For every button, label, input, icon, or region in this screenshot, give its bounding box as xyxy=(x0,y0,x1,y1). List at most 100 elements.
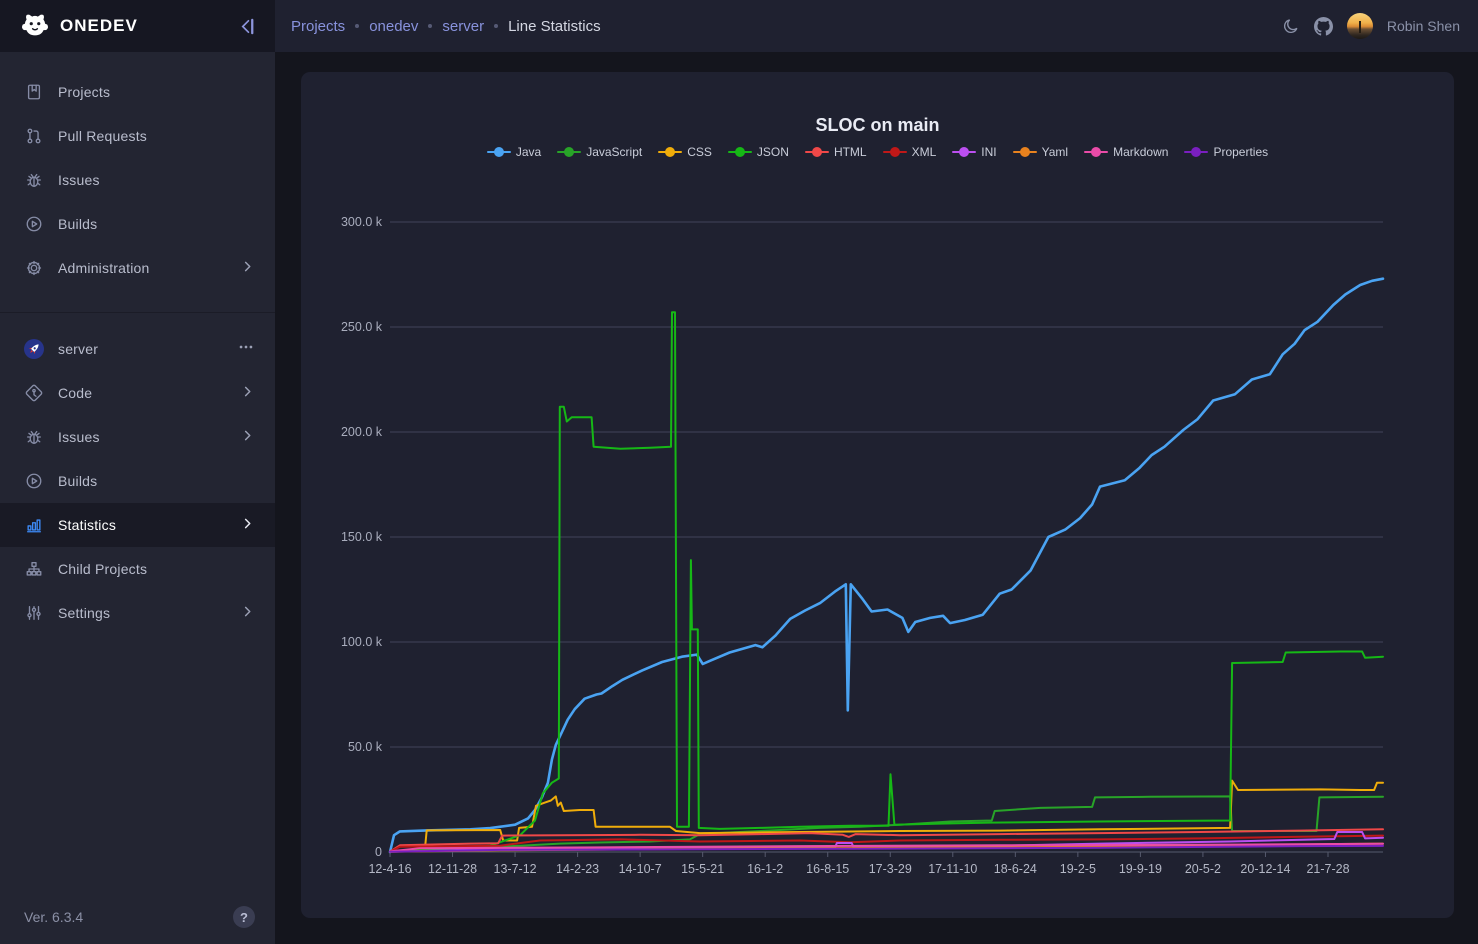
legend-marker-icon xyxy=(952,147,976,157)
breadcrumb-line-statistics: Line Statistics xyxy=(508,18,601,35)
sidebar-item-label: Code xyxy=(58,385,240,401)
bar-chart-icon xyxy=(24,515,44,535)
x-axis-tick-label: 16-8-15 xyxy=(806,862,849,876)
x-axis-tick-label: 16-1-2 xyxy=(747,862,783,876)
logo-bar: ONEDEV xyxy=(0,0,275,52)
chevron-right-icon xyxy=(240,384,255,403)
breadcrumb-projects[interactable]: Projects xyxy=(291,18,345,35)
legend-item-css[interactable]: CSS xyxy=(658,145,712,159)
legend-marker-icon xyxy=(883,147,907,157)
x-axis-tick-label: 17-11-10 xyxy=(928,862,977,876)
legend-marker-icon xyxy=(557,147,581,157)
sidebar-item-label: Pull Requests xyxy=(58,128,255,144)
project-item-statistics[interactable]: Statistics xyxy=(0,503,275,547)
x-axis-tick-label: 21-7-28 xyxy=(1306,862,1349,876)
sidebar-project-menu: server Code Issues Builds Statistics Child Pr… xyxy=(0,312,275,645)
legend-item-java[interactable]: Java xyxy=(487,145,541,159)
legend-label: XML xyxy=(912,145,937,159)
legend-item-xml[interactable]: XML xyxy=(883,145,937,159)
chart-title: SLOC on main xyxy=(301,115,1454,136)
top-bar: Projects onedev server Line Statistics Robi… xyxy=(275,0,1478,52)
sliders-icon xyxy=(24,603,44,623)
x-axis-tick-label: 19-9-19 xyxy=(1119,862,1162,876)
sidebar-item-issues[interactable]: Issues xyxy=(0,158,275,202)
sidebar-item-label: Builds xyxy=(58,216,255,232)
breadcrumb-separator xyxy=(494,24,498,28)
y-axis-tick-label: 100.0 k xyxy=(341,635,383,649)
y-axis-tick-label: 300.0 k xyxy=(341,215,383,229)
sloc-chart[interactable]: 050.0 k100.0 k150.0 k200.0 k250.0 k300.0… xyxy=(301,72,1454,918)
breadcrumb: Projects onedev server Line Statistics xyxy=(291,18,1282,35)
x-axis-tick-label: 12-11-28 xyxy=(428,862,477,876)
sidebar-main-menu: Projects Pull Requests Issues Builds Adminis… xyxy=(0,52,275,300)
x-axis-tick-label: 13-7-12 xyxy=(494,862,537,876)
sidebar-item-label: Statistics xyxy=(58,517,240,533)
legend-label: Java xyxy=(516,145,541,159)
legend-marker-icon xyxy=(1013,147,1037,157)
chevron-right-icon xyxy=(240,516,255,535)
statistics-card: 050.0 k100.0 k150.0 k200.0 k250.0 k300.0… xyxy=(301,72,1454,918)
play-circle-icon xyxy=(24,214,44,234)
legend-item-json[interactable]: JSON xyxy=(728,145,789,159)
project-item-settings[interactable]: Settings xyxy=(0,591,275,635)
legend-label: CSS xyxy=(687,145,712,159)
github-icon[interactable] xyxy=(1314,17,1333,36)
app-root: ONEDEV Projects Pull Requests Issues Builds… xyxy=(0,0,1478,944)
sidebar-item-label: Child Projects xyxy=(58,561,255,577)
sidebar-collapse-icon[interactable] xyxy=(238,17,257,36)
breadcrumb-separator xyxy=(355,24,359,28)
y-axis-tick-label: 150.0 k xyxy=(341,530,383,544)
sidebar-item-administration[interactable]: Administration xyxy=(0,246,275,290)
legend-item-html[interactable]: HTML xyxy=(805,145,867,159)
sidebar-item-label: Builds xyxy=(58,473,255,489)
code-icon xyxy=(24,383,44,403)
legend-item-ini[interactable]: INI xyxy=(952,145,996,159)
sidebar-item-label: Projects xyxy=(58,84,255,100)
legend-label: JSON xyxy=(757,145,789,159)
legend-label: INI xyxy=(981,145,996,159)
sidebar-item-projects[interactable]: Projects xyxy=(0,70,275,114)
project-item-code[interactable]: Code xyxy=(0,371,275,415)
project-item-child-projects[interactable]: Child Projects xyxy=(0,547,275,591)
legend-item-yaml[interactable]: Yaml xyxy=(1013,145,1068,159)
sidebar-item-pull-requests[interactable]: Pull Requests xyxy=(0,114,275,158)
breadcrumb-onedev[interactable]: onedev xyxy=(369,18,418,35)
legend-item-properties[interactable]: Properties xyxy=(1184,145,1268,159)
project-item-builds[interactable]: Builds xyxy=(0,459,275,503)
chevron-right-icon xyxy=(240,604,255,623)
x-axis-tick-label: 12-4-16 xyxy=(368,862,411,876)
x-axis-tick-label: 14-2-23 xyxy=(556,862,599,876)
app-title: ONEDEV xyxy=(60,16,238,36)
moon-icon[interactable] xyxy=(1282,17,1300,35)
y-axis-tick-label: 200.0 k xyxy=(341,425,383,439)
help-icon[interactable]: ? xyxy=(233,906,255,928)
user-name[interactable]: Robin Shen xyxy=(1387,18,1460,34)
sidebar: ONEDEV Projects Pull Requests Issues Builds… xyxy=(0,0,275,944)
legend-item-javascript[interactable]: JavaScript xyxy=(557,145,642,159)
book-icon xyxy=(24,82,44,102)
bug-icon xyxy=(24,170,44,190)
legend-marker-icon xyxy=(805,147,829,157)
onedev-logo-icon xyxy=(20,11,50,41)
project-item-server[interactable]: server xyxy=(0,327,275,371)
series-line-java[interactable] xyxy=(390,279,1383,852)
y-axis-tick-label: 250.0 k xyxy=(341,320,383,334)
legend-item-markdown[interactable]: Markdown xyxy=(1084,145,1168,159)
legend-label: HTML xyxy=(834,145,867,159)
version-bar: Ver. 6.3.4 ? xyxy=(0,890,275,944)
avatar[interactable] xyxy=(1347,13,1373,39)
legend-marker-icon xyxy=(1184,147,1208,157)
breadcrumb-server[interactable]: server xyxy=(442,18,484,35)
ellipsis-icon[interactable] xyxy=(237,338,255,360)
x-axis-tick-label: 14-10-7 xyxy=(619,862,662,876)
x-axis-tick-label: 20-5-2 xyxy=(1185,862,1221,876)
sidebar-item-label: Settings xyxy=(58,605,240,621)
x-axis-tick-label: 18-6-24 xyxy=(994,862,1037,876)
project-item-issues[interactable]: Issues xyxy=(0,415,275,459)
x-axis-tick-label: 20-12-14 xyxy=(1240,862,1290,876)
sidebar-item-label: Issues xyxy=(58,429,240,445)
sidebar-item-label: server xyxy=(58,341,237,357)
legend-marker-icon xyxy=(1084,147,1108,157)
sidebar-item-builds[interactable]: Builds xyxy=(0,202,275,246)
x-axis-tick-label: 17-3-29 xyxy=(869,862,912,876)
